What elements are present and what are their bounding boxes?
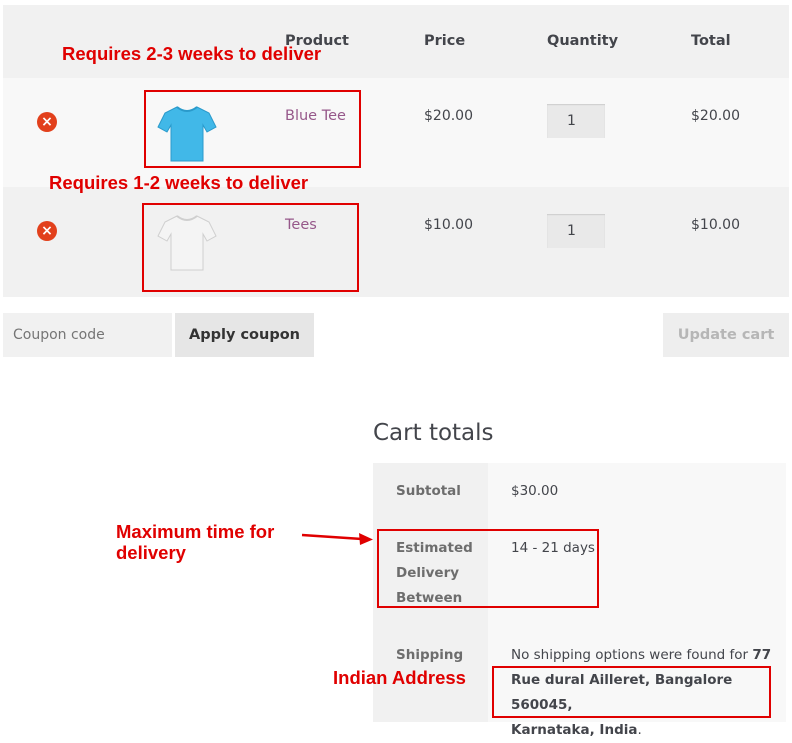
shipping-message-text: No shipping options were found for xyxy=(511,647,753,663)
cart-totals-title: Cart totals xyxy=(373,420,494,446)
blue-tee-highlight-box xyxy=(144,90,361,168)
shipping-message-line-1: No shipping options were found for 77 xyxy=(511,643,781,668)
subtotal-label: Subtotal xyxy=(396,483,461,499)
shipping-address-region: Karnataka, India xyxy=(511,722,638,738)
cart-table-header xyxy=(3,5,789,78)
address-highlight-box xyxy=(492,666,771,718)
shipping-label: Shipping xyxy=(396,647,464,663)
item-price: $10.00 xyxy=(424,217,473,233)
coupon-code-input[interactable] xyxy=(3,313,172,357)
blue-tee-delivery-note: Requires 2-3 weeks to deliver xyxy=(62,43,322,64)
price-column-header: Price xyxy=(424,33,466,49)
item-total: $20.00 xyxy=(691,108,740,124)
shipping-address-number: 77 xyxy=(752,647,772,663)
total-column-header: Total xyxy=(691,33,731,49)
subtotal-value: $30.00 xyxy=(511,483,559,499)
cart-row-tees xyxy=(3,187,789,297)
remove-item-icon[interactable]: × xyxy=(37,221,57,241)
cart-row-blue-tee xyxy=(3,78,789,187)
item-total: $10.00 xyxy=(691,217,740,233)
tees-delivery-note: Requires 1-2 weeks to deliver xyxy=(49,172,309,193)
delivery-estimate-highlight-box xyxy=(377,529,599,608)
quantity-input[interactable] xyxy=(547,104,605,138)
annotation-arrow-icon xyxy=(301,533,373,545)
item-price: $20.00 xyxy=(424,108,473,124)
indian-address-note: Indian Address xyxy=(333,667,466,688)
quantity-input[interactable] xyxy=(547,214,605,248)
tees-highlight-box xyxy=(142,203,359,292)
apply-coupon-button[interactable]: Apply coupon xyxy=(175,313,314,357)
remove-item-icon[interactable]: × xyxy=(37,112,57,132)
max-delivery-note-line-2: delivery xyxy=(116,542,186,563)
max-delivery-note-line-1: Maximum time for xyxy=(116,521,275,542)
max-delivery-note: Maximum time for delivery xyxy=(116,521,274,563)
shipping-message-period: . xyxy=(637,722,642,738)
quantity-column-header: Quantity xyxy=(547,33,619,49)
update-cart-button[interactable]: Update cart xyxy=(663,313,789,357)
